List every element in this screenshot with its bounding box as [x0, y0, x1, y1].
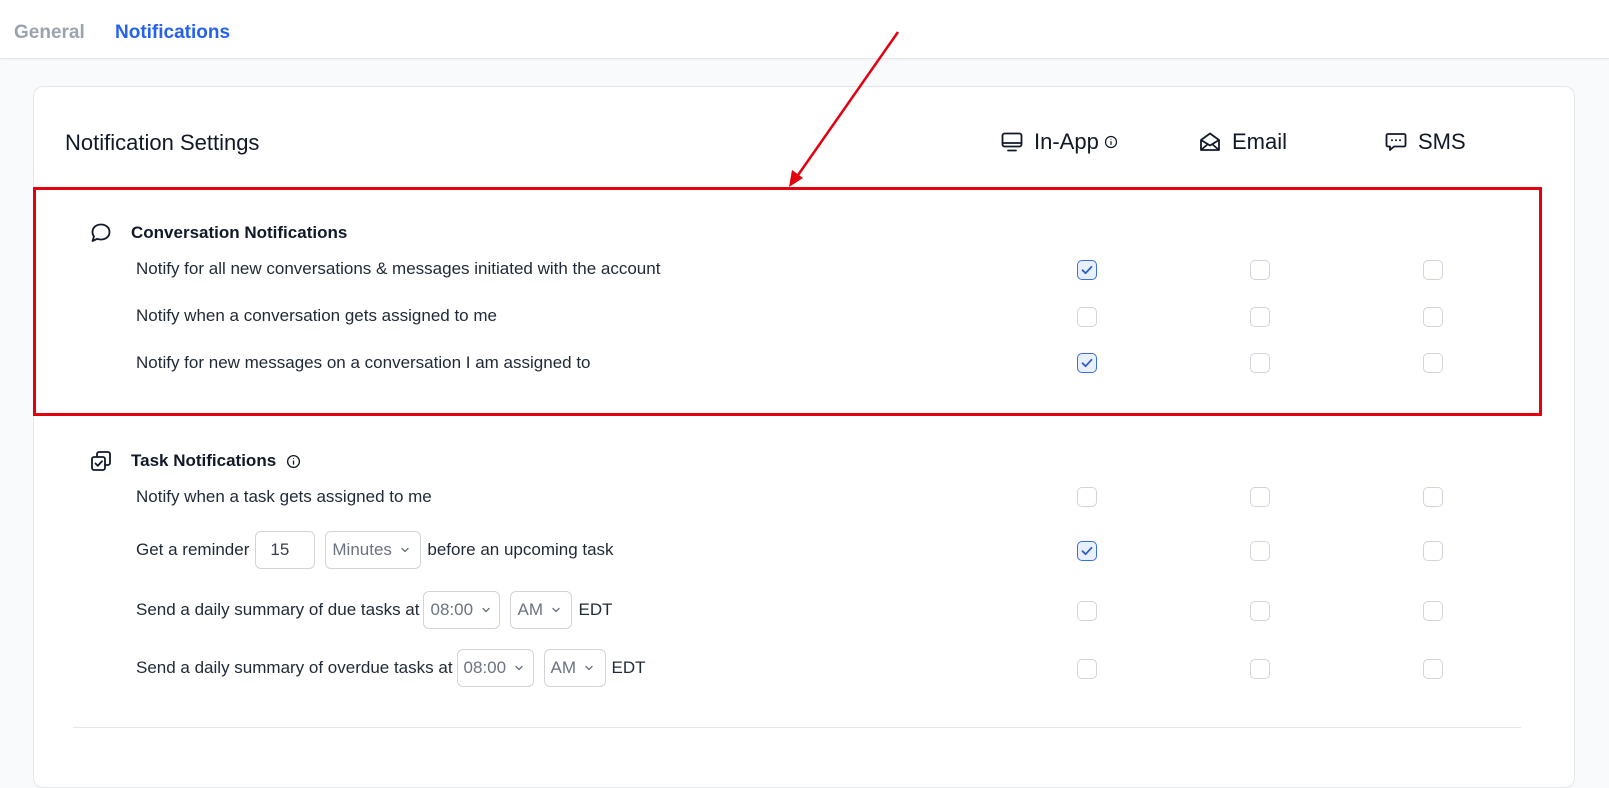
column-label-email: Email [1232, 129, 1288, 154]
task-overdue-summary-email-checkbox[interactable] [1250, 659, 1270, 679]
tab-notifications[interactable]: Notifications [115, 22, 230, 44]
conversation-assigned-in-app-checkbox[interactable] [1077, 307, 1097, 327]
info-icon[interactable] [1104, 135, 1118, 149]
checkmark-icon [1081, 358, 1093, 368]
conversation-row-label: Notify for all new conversations & messa… [136, 259, 661, 278]
overdue-period-value: AM [550, 658, 577, 677]
conversation-assigned-sms-checkbox[interactable] [1423, 307, 1443, 327]
page-title: Notification Settings [65, 130, 260, 155]
task-overdue-summary-row: Send a daily summary of overdue tasks at… [136, 649, 646, 687]
chevron-down-icon [400, 545, 410, 555]
column-label-in-app: In-App [1034, 129, 1099, 154]
due-time-select[interactable]: 08:00 [423, 591, 501, 629]
monitor-icon [1001, 132, 1023, 152]
reminder-amount-input[interactable] [255, 531, 316, 569]
task-due-summary-email-checkbox[interactable] [1250, 601, 1270, 621]
conversation-section-header: Conversation Notifications [89, 221, 347, 245]
conversation-messages-email-checkbox[interactable] [1250, 353, 1270, 373]
chevron-down-icon [481, 605, 491, 615]
column-header-in-app: In-App [1000, 129, 1128, 155]
task-assigned-sms-checkbox[interactable] [1423, 487, 1443, 507]
task-reminder-in-app-checkbox[interactable] [1077, 541, 1097, 561]
task-assigned-in-app-checkbox[interactable] [1077, 487, 1097, 507]
conversation-row-label: Notify when a conversation gets assigned… [136, 306, 497, 325]
chat-dots-icon [1385, 133, 1407, 151]
column-header-email: Email [1198, 129, 1287, 155]
chevron-down-icon [551, 605, 561, 615]
task-due-summary-row: Send a daily summary of due tasks at 08:… [136, 591, 612, 629]
task-overdue-summary-sms-checkbox[interactable] [1423, 659, 1443, 679]
overdue-time-select[interactable]: 08:00 [456, 649, 534, 687]
due-time-value: 08:00 [430, 600, 474, 619]
task-section-title: Task Notifications [131, 451, 277, 470]
overdue-timezone: EDT [611, 658, 646, 677]
conversation-messages-in-app-checkbox[interactable] [1077, 353, 1097, 373]
overdue-period-select[interactable]: AM [543, 649, 606, 687]
reminder-unit-select[interactable]: Minutes [325, 531, 422, 569]
task-row-label: Notify when a task gets assigned to me [136, 487, 432, 506]
task-due-summary-in-app-checkbox[interactable] [1077, 601, 1097, 621]
info-icon[interactable] [286, 454, 301, 469]
task-reminder-email-checkbox[interactable] [1250, 541, 1270, 561]
overdue-summary-prefix: Send a daily summary of overdue tasks at [136, 658, 453, 677]
settings-tab-bar: General Notifications [0, 0, 1609, 59]
due-period-select[interactable]: AM [510, 591, 573, 629]
conversation-assigned-email-checkbox[interactable] [1250, 307, 1270, 327]
due-summary-prefix: Send a daily summary of due tasks at [136, 600, 420, 619]
conversation-section-title: Conversation Notifications [131, 223, 348, 242]
checkmark-icon [1081, 265, 1093, 275]
reminder-unit-value: Minutes [332, 540, 392, 559]
conversation-all-sms-checkbox[interactable] [1423, 260, 1443, 280]
column-label-sms: SMS [1418, 129, 1466, 154]
tab-general[interactable]: General [14, 22, 85, 44]
reminder-suffix: before an upcoming task [427, 540, 614, 559]
task-assigned-email-checkbox[interactable] [1250, 487, 1270, 507]
due-period-value: AM [517, 600, 543, 619]
checkmark-icon [1081, 546, 1093, 556]
task-overdue-summary-in-app-checkbox[interactable] [1077, 659, 1097, 679]
conversation-messages-sms-checkbox[interactable] [1423, 353, 1443, 373]
task-reminder-row: Get a reminder Minutes before an upcomin… [136, 531, 614, 569]
task-reminder-sms-checkbox[interactable] [1423, 541, 1443, 561]
section-divider [73, 727, 1521, 728]
conversation-all-in-app-checkbox[interactable] [1077, 260, 1097, 280]
reminder-prefix: Get a reminder [136, 540, 250, 559]
due-timezone: EDT [578, 600, 613, 619]
column-header-sms: SMS [1384, 129, 1466, 155]
chevron-down-icon [514, 663, 524, 673]
envelope-open-icon [1200, 132, 1220, 151]
task-section-header: Task Notifications [89, 449, 301, 473]
overdue-time-value: 08:00 [463, 658, 507, 677]
conversation-all-email-checkbox[interactable] [1250, 260, 1270, 280]
notification-settings-card: Notification Settings In-App Email SMS C… [33, 86, 1575, 788]
chat-bubble-icon [89, 221, 115, 245]
task-copy-icon [89, 449, 115, 473]
conversation-row-label: Notify for new messages on a conversatio… [136, 353, 591, 372]
task-due-summary-sms-checkbox[interactable] [1423, 601, 1443, 621]
chevron-down-icon [584, 663, 594, 673]
